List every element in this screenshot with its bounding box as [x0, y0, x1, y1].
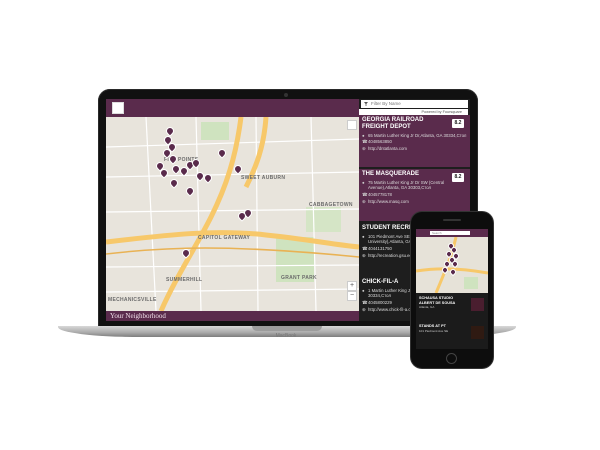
map-label-sweet-auburn: SWEET AUBURN: [241, 175, 286, 181]
map-label-mechanicsville: MECHANICSVILLE: [108, 297, 157, 303]
venue-card[interactable]: GEORGIA RAILROAD FREIGHT DEPOT 8.2 ● 65 M…: [359, 115, 470, 167]
neighborhood-map[interactable]: SWEET AUBURN CAPITOL GATEWAY FIVE POINTS…: [106, 117, 359, 311]
phone-device: Search SCHAUSA STUDIO ALBERT DE SOUSA At…: [411, 212, 493, 368]
venue-score-badge: 8.2: [452, 119, 464, 128]
venue-phone: 4048563850: [368, 139, 392, 145]
app-footer-title: Your Neighborhood: [106, 311, 359, 321]
venue-score-badge: 8.2: [452, 173, 464, 182]
highway-edge: [106, 247, 359, 258]
camera-icon: [284, 93, 288, 97]
map-label-capitol-gateway: CAPITOL GATEWAY: [198, 235, 251, 241]
park-area: [201, 122, 229, 140]
map-label-cabbagetown: CABBAGETOWN: [309, 202, 353, 208]
fullscreen-button[interactable]: [347, 120, 357, 130]
zoom-out-button[interactable]: −: [347, 291, 357, 301]
laptop-brand-label: MacBook: [275, 333, 297, 339]
phone-venue-name: SCHAUSA STUDIO ALBERT DE SOUSA: [419, 296, 456, 305]
phone-venue-card[interactable]: SCHAUSA STUDIO ALBERT DE SOUSA Atlanta, …: [416, 294, 488, 320]
filter-input[interactable]: Filter By Name: [361, 100, 468, 108]
phone-app-header: Search: [416, 229, 488, 237]
laptop-opening-notch: [252, 326, 322, 331]
venue-thumbnail: [471, 326, 484, 339]
venue-thumbnail: [471, 298, 484, 311]
map-canvas: [106, 117, 359, 311]
phone-speaker: [443, 219, 461, 221]
filter-placeholder: Filter By Name: [371, 101, 401, 106]
filter-icon: [364, 102, 368, 106]
venue-url[interactable]: http://www.chick-fil-a.com: [368, 307, 416, 312]
map-label-summerhill: SUMMERHILL: [166, 277, 203, 283]
phone-search-input[interactable]: Search: [430, 231, 470, 235]
map-label-grant-park: GRANT PARK: [281, 275, 317, 281]
phone-screen: Search SCHAUSA STUDIO ALBERT DE SOUSA At…: [416, 229, 488, 349]
app-header: [106, 99, 359, 117]
venue-phone: 4045800229: [368, 299, 392, 305]
phone-venue-card[interactable]: STANDS AT PT 101 Piedmont Ave SE: [416, 322, 488, 348]
venue-url[interactable]: http://dntatlanta.com: [368, 146, 407, 151]
venue-phone: 4044131750: [368, 245, 392, 251]
venue-phone: 4045778178: [368, 191, 392, 197]
phone-map[interactable]: [416, 237, 488, 293]
venue-name: THE MASQUERADE: [362, 171, 420, 177]
home-button[interactable]: [446, 353, 457, 364]
zoom-in-button[interactable]: +: [347, 281, 357, 291]
menu-toggle-button[interactable]: [112, 102, 124, 114]
venue-name: GEORGIA RAILROAD FREIGHT DEPOT: [362, 117, 424, 130]
venue-address: 65 Martin Luther King Jr Dr,Atlanta, GA …: [368, 132, 467, 138]
park-area: [306, 207, 341, 232]
venue-url[interactable]: http://www.masq.com: [368, 199, 409, 204]
